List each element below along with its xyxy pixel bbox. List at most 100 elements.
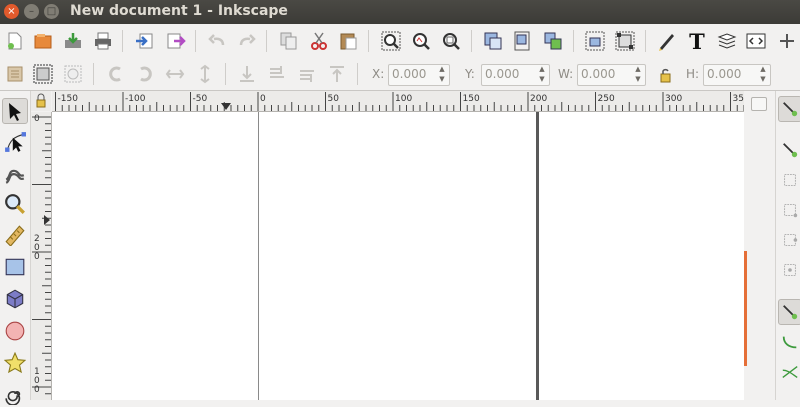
align-distribute-icon[interactable] bbox=[583, 29, 607, 53]
zoom-page-icon[interactable] bbox=[439, 29, 463, 53]
ruler-pointer-marker bbox=[221, 103, 231, 110]
deselect-icon[interactable] bbox=[61, 62, 85, 86]
new-document-icon[interactable] bbox=[3, 29, 27, 53]
snap-paths-icon[interactable] bbox=[781, 333, 799, 351]
snap-bbox-corner-icon[interactable] bbox=[781, 201, 799, 219]
vertical-scrollbar[interactable] bbox=[744, 251, 747, 366]
snap-intersection-icon[interactable] bbox=[781, 363, 799, 381]
maximize-window-button[interactable]: □ bbox=[44, 4, 59, 19]
layers-icon[interactable] bbox=[715, 29, 739, 53]
lower-to-bottom-icon[interactable] bbox=[235, 62, 259, 86]
ruler-label: 0 bbox=[34, 114, 40, 124]
ruler-label: -100 bbox=[125, 94, 146, 104]
redo-icon[interactable] bbox=[235, 29, 259, 53]
box-3d-tool-icon[interactable] bbox=[2, 286, 28, 312]
y-spinbox[interactable]: ▲ ▼ bbox=[481, 64, 550, 86]
snap-bbox-edge-icon[interactable] bbox=[781, 171, 799, 189]
toolbox bbox=[0, 91, 31, 405]
drawing-canvas[interactable] bbox=[52, 112, 744, 400]
w-spinbox[interactable]: ▲ ▼ bbox=[577, 64, 646, 86]
selector-tool-icon[interactable] bbox=[2, 98, 28, 124]
group-icon[interactable] bbox=[481, 29, 505, 53]
h-decrement-icon[interactable]: ▼ bbox=[758, 75, 768, 84]
w-increment-icon[interactable]: ▲ bbox=[633, 65, 643, 74]
vertical-ruler[interactable]: 0200100 bbox=[31, 112, 52, 400]
toolbar-overflow-icon[interactable] bbox=[776, 29, 800, 53]
zoom-tool-icon[interactable] bbox=[2, 191, 28, 217]
flip-horizontal-icon[interactable] bbox=[163, 62, 187, 86]
save-icon[interactable] bbox=[61, 29, 85, 53]
h-label: H: bbox=[686, 67, 700, 81]
w-decrement-icon[interactable]: ▼ bbox=[633, 75, 643, 84]
ruler-label: 0 bbox=[34, 252, 40, 262]
raise-to-top-icon[interactable] bbox=[325, 62, 349, 86]
ruler-label: 200 bbox=[530, 94, 547, 104]
toolbar-separator bbox=[368, 30, 369, 52]
toolbar-separator bbox=[225, 63, 226, 85]
y-decrement-icon[interactable]: ▼ bbox=[537, 75, 547, 84]
snap-bbox-icon[interactable] bbox=[781, 141, 799, 159]
zoom-selection-icon[interactable] bbox=[379, 29, 403, 53]
rotate-cw-icon[interactable] bbox=[133, 62, 157, 86]
ruler-label: -50 bbox=[193, 94, 208, 104]
guide-lock-icon[interactable] bbox=[31, 91, 51, 111]
export-icon[interactable] bbox=[164, 29, 188, 53]
snap-bbox-midpoint-icon[interactable] bbox=[781, 231, 799, 249]
duplicate-icon[interactable] bbox=[277, 29, 301, 53]
tweak-tool-icon[interactable] bbox=[2, 160, 28, 186]
fill-stroke-icon[interactable] bbox=[655, 29, 679, 53]
close-window-button[interactable]: × bbox=[4, 4, 19, 19]
w-field[interactable] bbox=[581, 66, 627, 82]
rectangle-tool-icon[interactable] bbox=[2, 254, 28, 280]
toolbar-separator bbox=[573, 30, 574, 52]
zoom-drawing-icon[interactable] bbox=[409, 29, 433, 53]
horizontal-ruler[interactable]: -150 -100 -50 0 50 100 150 200 250 300 350 bbox=[52, 91, 744, 112]
undo-icon[interactable] bbox=[205, 29, 229, 53]
window-title: New document 1 - Inkscape bbox=[70, 3, 288, 19]
star-tool-icon[interactable] bbox=[2, 350, 28, 376]
clone-icon[interactable] bbox=[541, 29, 565, 53]
canvas-scroll-area bbox=[744, 91, 774, 400]
y-field[interactable] bbox=[485, 66, 531, 82]
x-label: X: bbox=[372, 67, 385, 81]
ruler-label: 50 bbox=[328, 94, 340, 104]
node-align-icon[interactable] bbox=[613, 29, 637, 53]
open-document-icon[interactable] bbox=[31, 29, 55, 53]
lower-icon[interactable] bbox=[265, 62, 289, 86]
ruler-label: 0 bbox=[260, 94, 266, 104]
y-label: Y: bbox=[465, 67, 475, 81]
cut-icon[interactable] bbox=[307, 29, 331, 53]
tool-controls-bar: X: ▲ ▼ Y: ▲ ▼ W: ▲ ▼ H: ▲ ▼ bbox=[0, 58, 800, 91]
x-increment-icon[interactable]: ▲ bbox=[437, 65, 447, 74]
xml-editor-icon[interactable] bbox=[744, 29, 768, 53]
toolbar-separator bbox=[93, 63, 94, 85]
lock-icon[interactable] bbox=[653, 63, 677, 87]
rotate-ccw-icon[interactable] bbox=[104, 62, 128, 86]
node-tool-icon[interactable] bbox=[2, 129, 28, 155]
spiral-tool-icon[interactable] bbox=[2, 381, 28, 407]
select-all-in-all-layers-icon[interactable] bbox=[31, 62, 55, 86]
text-font-icon[interactable]: T bbox=[685, 29, 709, 54]
h-spinbox[interactable]: ▲ ▼ bbox=[703, 64, 771, 86]
y-increment-icon[interactable]: ▲ bbox=[537, 65, 547, 74]
ellipse-tool-icon[interactable] bbox=[2, 318, 28, 344]
select-all-icon[interactable] bbox=[3, 62, 27, 86]
ungroup-icon[interactable] bbox=[510, 29, 534, 53]
x-decrement-icon[interactable]: ▼ bbox=[437, 75, 447, 84]
x-field[interactable] bbox=[392, 66, 438, 82]
scroll-to-top-button[interactable] bbox=[751, 97, 767, 111]
ruler-pointer-marker bbox=[44, 215, 50, 225]
raise-icon[interactable] bbox=[295, 62, 319, 86]
measure-tool-icon[interactable] bbox=[2, 222, 28, 248]
toolbar-separator bbox=[471, 30, 472, 52]
ruler-label: 300 bbox=[665, 94, 682, 104]
minimize-window-button[interactable]: – bbox=[24, 4, 39, 19]
print-icon[interactable] bbox=[91, 29, 115, 53]
paste-icon[interactable] bbox=[336, 29, 360, 53]
flip-vertical-icon[interactable] bbox=[193, 62, 217, 86]
x-spinbox[interactable]: ▲ ▼ bbox=[388, 64, 450, 86]
import-icon[interactable] bbox=[132, 29, 156, 53]
h-field[interactable] bbox=[707, 66, 753, 82]
h-increment-icon[interactable]: ▲ bbox=[758, 65, 768, 74]
snap-bbox-center-icon[interactable] bbox=[781, 261, 799, 279]
